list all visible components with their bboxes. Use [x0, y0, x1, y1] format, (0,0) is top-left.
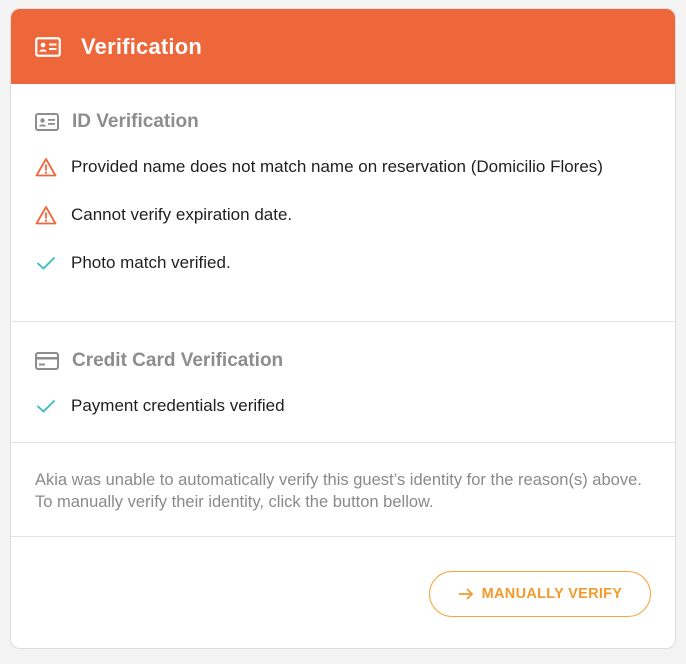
- credit-card-verification-heading: Credit Card Verification: [11, 348, 675, 374]
- id-card-icon: [35, 36, 61, 57]
- verification-item-text: Provided name does not match name on res…: [71, 157, 603, 176]
- arrow-right-icon: [458, 588, 474, 600]
- credit-card-verification-section: Credit Card Verification Payment credent…: [11, 322, 675, 443]
- verification-item-payment: Payment credentials verified: [11, 395, 675, 417]
- verification-item-text: Cannot verify expiration date.: [71, 205, 293, 224]
- manually-verify-button[interactable]: MANUALLY VERIFY: [429, 571, 651, 617]
- manually-verify-button-label: MANUALLY VERIFY: [481, 586, 623, 602]
- header-title: Verification: [81, 33, 202, 59]
- verification-item-text: Photo match verified.: [71, 253, 231, 272]
- verification-card: Verification ID Verification Provided na…: [10, 8, 676, 649]
- warning-triangle-icon: [35, 204, 57, 226]
- check-icon: [35, 252, 57, 274]
- verification-item-text: Payment credentials verified: [71, 396, 285, 415]
- check-icon: [35, 395, 57, 417]
- card-footer: MANUALLY VERIFY: [11, 537, 675, 648]
- verification-header: Verification: [11, 9, 675, 84]
- warning-triangle-icon: [35, 156, 57, 178]
- id-verification-section: ID Verification Provided name does not m…: [11, 84, 675, 322]
- credit-card-icon: [35, 352, 59, 370]
- verification-item-photo-match: Photo match verified.: [11, 252, 675, 274]
- verification-item-name-mismatch: Provided name does not match name on res…: [11, 156, 675, 178]
- id-verification-heading: ID Verification: [11, 109, 675, 135]
- verification-item-expiration: Cannot verify expiration date.: [11, 204, 675, 226]
- manual-verify-message-section: Akia was unable to automatically verify …: [11, 443, 675, 537]
- id-verification-title: ID Verification: [72, 111, 199, 132]
- manual-verify-message: Akia was unable to automatically verify …: [35, 471, 642, 511]
- id-card-icon: [35, 113, 59, 131]
- credit-card-verification-title: Credit Card Verification: [72, 350, 284, 371]
